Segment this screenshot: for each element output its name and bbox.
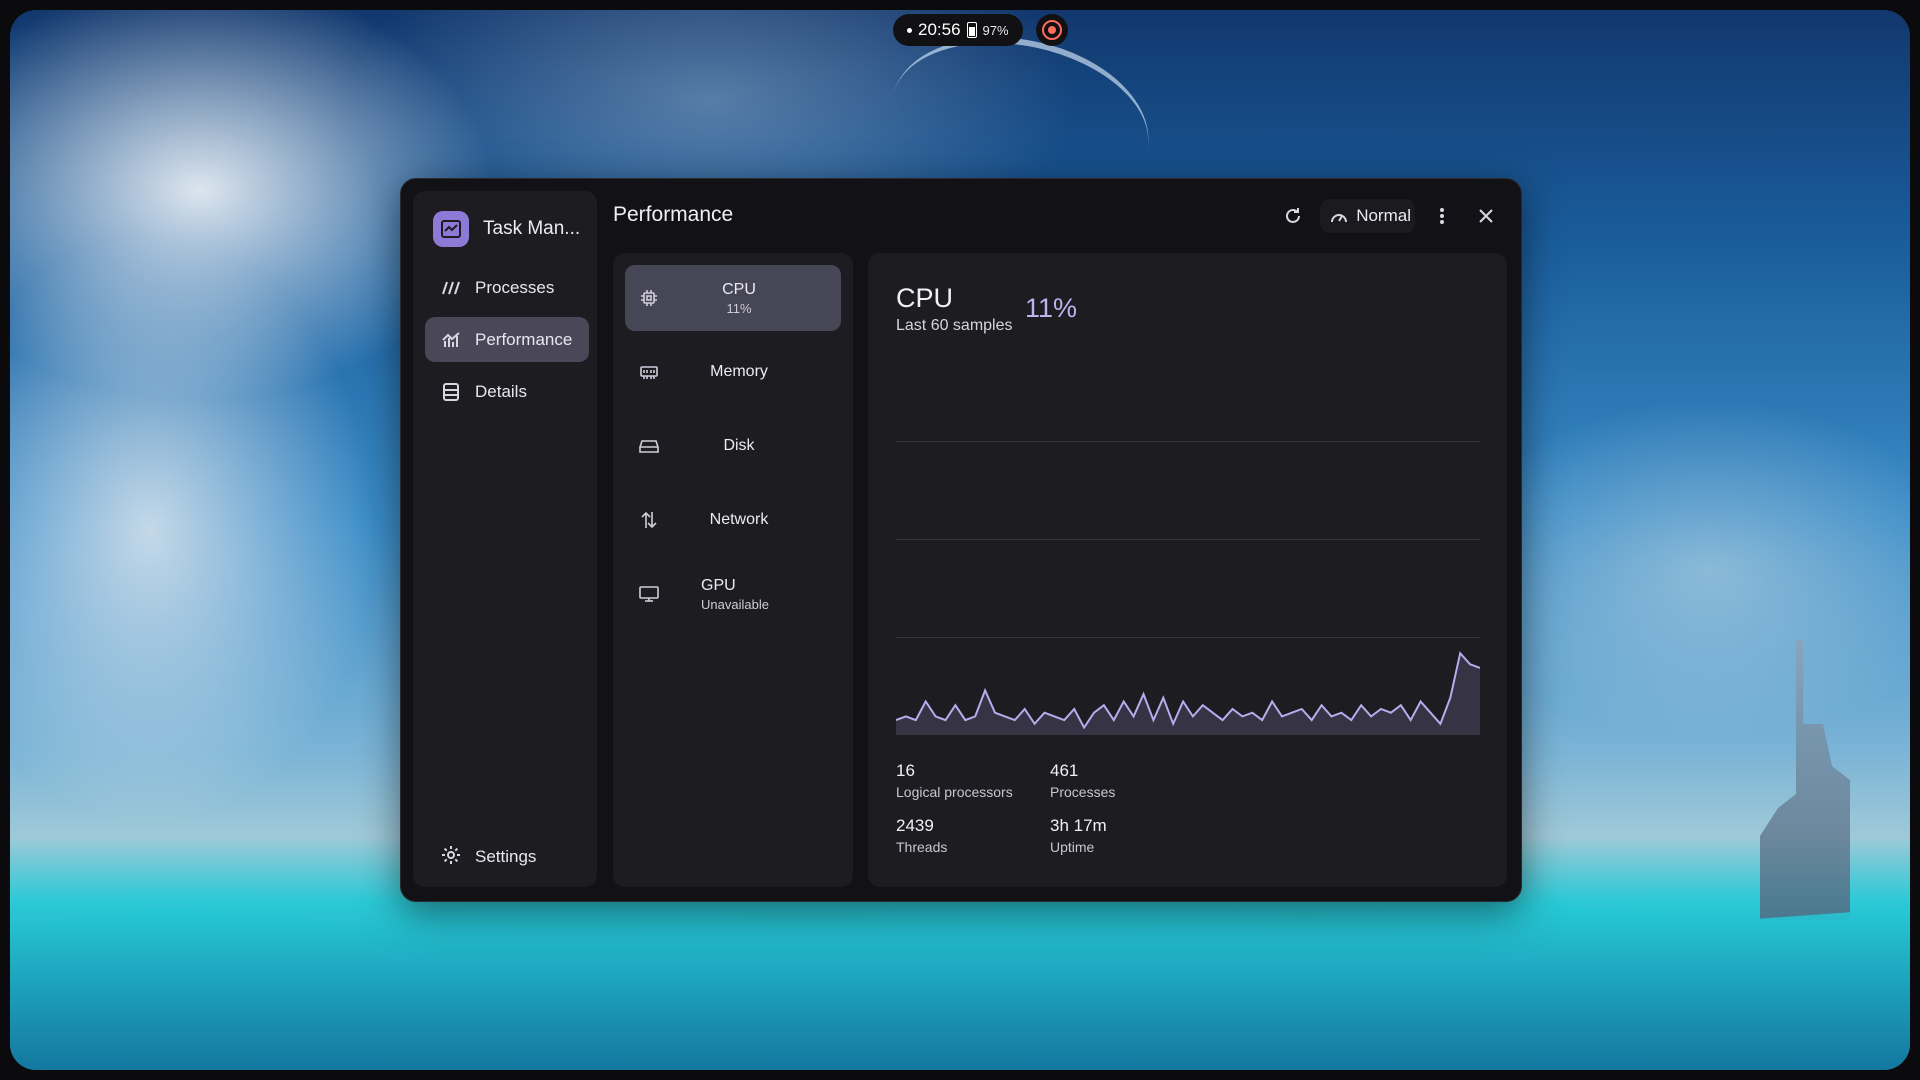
resource-name: Memory xyxy=(710,363,768,380)
processes-icon xyxy=(441,278,461,298)
detail-subtitle: Last 60 samples xyxy=(896,317,1013,334)
close-button[interactable] xyxy=(1469,199,1503,233)
app-header: Task Man... xyxy=(433,211,580,247)
stat-value: 2439 xyxy=(896,816,934,835)
resource-item-network[interactable]: Network xyxy=(625,487,841,553)
sidebar-item-label: Performance xyxy=(475,329,573,349)
stat-label: Threads xyxy=(896,839,948,855)
stat-threads: 2439 Threads xyxy=(896,816,1056,855)
gear-icon xyxy=(441,845,461,870)
sidebar: Task Man... Processes Performance Detail… xyxy=(413,191,597,887)
task-manager-window: Task Man... Processes Performance Detail… xyxy=(400,178,1522,902)
detail-title: CPU xyxy=(896,283,954,313)
cpu-usage-svg xyxy=(896,651,1480,735)
update-speed-button[interactable]: Normal xyxy=(1320,199,1415,233)
notification-dot xyxy=(907,27,912,33)
battery-icon xyxy=(966,22,977,38)
app-icon xyxy=(433,211,469,247)
cpu-usage-chart xyxy=(896,363,1480,735)
sidebar-item-processes[interactable]: Processes xyxy=(425,265,589,310)
stat-processes: 461 Processes xyxy=(1050,761,1210,800)
wallpaper-sea xyxy=(10,900,1910,1070)
sidebar-item-details[interactable]: Details xyxy=(425,369,589,414)
sidebar-item-performance[interactable]: Performance xyxy=(425,317,589,362)
update-speed-label: Normal xyxy=(1356,206,1411,225)
resource-item-gpu[interactable]: GPU Unavailable xyxy=(625,561,841,627)
resource-name: Network xyxy=(709,511,769,528)
resource-name: Disk xyxy=(723,437,755,454)
status-pill[interactable]: 20:56 97% xyxy=(893,14,1023,46)
title-bar-actions: Normal xyxy=(1276,199,1503,233)
more-vert-icon xyxy=(1440,208,1444,224)
stat-value: 3h 17m xyxy=(1050,816,1107,835)
speedometer-icon xyxy=(1331,214,1348,223)
sidebar-item-label: Details xyxy=(475,381,527,401)
page-title: Performance xyxy=(613,203,734,226)
sidebar-item-settings[interactable]: Settings xyxy=(425,837,589,877)
sidebar-item-label: Settings xyxy=(475,847,537,866)
resource-value: 11% xyxy=(726,300,752,316)
stat-uptime: 3h 17m Uptime xyxy=(1050,816,1210,855)
clock-time: 20:56 xyxy=(918,20,961,39)
resource-detail-panel: CPU 11% Last 60 samples 16 Logical proce… xyxy=(868,253,1507,887)
refresh-icon xyxy=(1286,208,1301,223)
resource-item-disk[interactable]: Disk xyxy=(625,413,841,479)
screen-record-button[interactable] xyxy=(1036,14,1068,46)
stat-label: Uptime xyxy=(1050,839,1095,855)
resource-name: CPU xyxy=(722,280,756,298)
wallpaper-tower xyxy=(1760,640,1850,920)
battery-percent: 97% xyxy=(982,22,1009,38)
app-title: Task Man... xyxy=(483,218,581,239)
stat-label: Processes xyxy=(1050,784,1116,800)
stat-value: 461 xyxy=(1050,761,1079,780)
resource-list: CPU 11% Memory Disk Network GPU Unavaila… xyxy=(613,253,853,887)
resource-item-cpu[interactable]: CPU 11% xyxy=(625,265,841,331)
resource-name: GPU xyxy=(701,576,736,594)
stat-label: Logical processors xyxy=(896,784,1013,800)
stat-value: 16 xyxy=(896,761,915,780)
more-options-button[interactable] xyxy=(1425,199,1459,233)
sidebar-item-label: Processes xyxy=(475,277,555,297)
performance-icon xyxy=(441,330,461,350)
close-icon xyxy=(1479,209,1493,223)
resource-value: Unavailable xyxy=(701,596,769,612)
monitor-icon xyxy=(637,582,661,606)
record-icon xyxy=(1042,20,1062,40)
stat-logical-processors: 16 Logical processors xyxy=(896,761,1056,800)
detail-percent: 11% xyxy=(1025,293,1078,323)
details-icon xyxy=(441,382,461,402)
resource-item-memory[interactable]: Memory xyxy=(625,339,841,405)
refresh-button[interactable] xyxy=(1276,199,1310,233)
